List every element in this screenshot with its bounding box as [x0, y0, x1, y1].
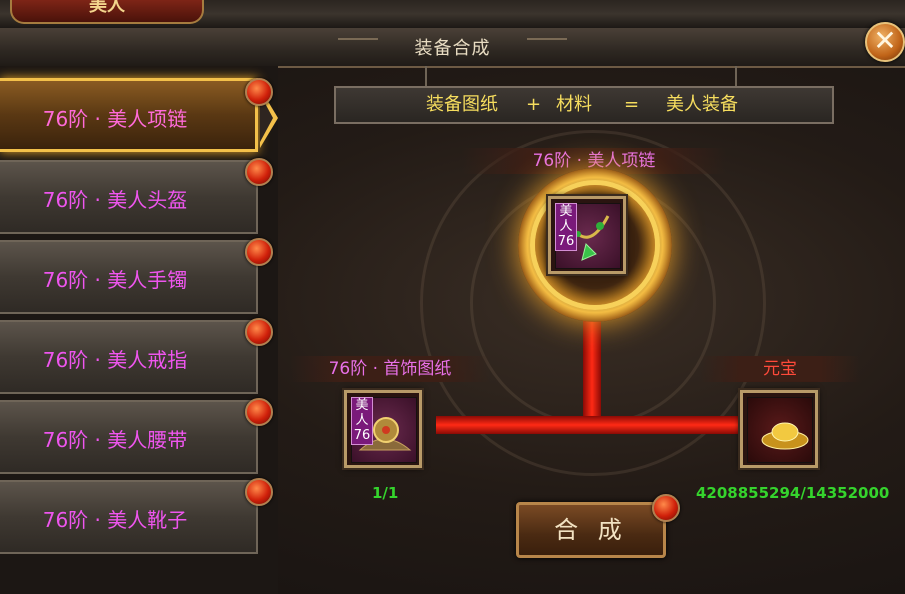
hanger-right — [735, 66, 737, 86]
sidebar-item-label: 76阶 · 美人靴子 — [42, 508, 188, 532]
material-item-slot[interactable] — [740, 390, 818, 468]
tag-level: 76 — [353, 428, 371, 443]
window-title: 装备合成 — [414, 38, 491, 59]
red-dot-icon — [245, 318, 273, 346]
hanger-left — [425, 66, 427, 86]
result-item-slot[interactable]: 美人 76 — [548, 196, 626, 274]
beauty-tag: 美人 76 — [555, 203, 577, 251]
material-name: 元宝 — [700, 356, 860, 382]
red-dot-icon — [652, 494, 680, 522]
material-count: 4208855294/14352000 — [696, 484, 890, 502]
sidebar-item-helmet[interactable]: 76阶 · 美人头盔 — [0, 160, 258, 234]
red-dot-icon — [245, 478, 273, 506]
red-dot-icon — [245, 398, 273, 426]
synthesize-button[interactable]: 合 成 — [516, 502, 666, 558]
sidebar-item-label: 76阶 · 美人腰带 — [42, 428, 188, 452]
red-dot-icon — [245, 238, 273, 266]
sidebar-item-label: 76阶 · 美人头盔 — [42, 188, 188, 212]
gold-ingot-icon — [747, 397, 813, 463]
tag-char: 美 — [559, 204, 573, 219]
formula-part3: 美人装备 — [666, 94, 738, 115]
blueprint-count: 1/1 — [372, 484, 399, 502]
tag-char: 人 — [355, 413, 369, 428]
formula-plus: + — [526, 94, 542, 115]
tag-char: 美 — [355, 398, 369, 413]
sidebar: 76阶 · 美人项链 76阶 · 美人头盔 76阶 · 美人手镯 76阶 · 美… — [0, 66, 278, 594]
formula-part2: 材料 — [556, 94, 592, 115]
tag-level: 76 — [557, 234, 575, 249]
sidebar-item-ring[interactable]: 76阶 · 美人戒指 — [0, 320, 258, 394]
sidebar-item-label: 76阶 · 美人项链 — [42, 107, 188, 131]
connector-pipe — [436, 416, 742, 434]
formula-banner: 装备图纸 + 材料 = 美人装备 — [334, 86, 834, 124]
blueprint-item-slot[interactable]: 美人 76 — [344, 390, 422, 468]
sidebar-item-belt[interactable]: 76阶 · 美人腰带 — [0, 400, 258, 474]
sidebar-item-label: 76阶 · 美人手镯 — [42, 268, 188, 292]
game-window: 美人 装备合成 ✕ 76阶 · 美人项链 76阶 · 美人头盔 76阶 · 美人… — [0, 0, 905, 594]
header-tab[interactable]: 美人 — [10, 0, 204, 24]
connector-pipe — [583, 314, 601, 426]
sidebar-item-bracelet[interactable]: 76阶 · 美人手镯 — [0, 240, 258, 314]
blueprint-name: 76阶 · 首饰图纸 — [290, 356, 490, 382]
sidebar-item-label: 76阶 · 美人戒指 — [42, 348, 188, 372]
tag-char: 人 — [559, 219, 573, 234]
formula-part1: 装备图纸 — [426, 94, 498, 115]
red-dot-icon — [245, 78, 273, 106]
close-icon: ✕ — [873, 24, 897, 57]
sidebar-item-necklace[interactable]: 76阶 · 美人项链 — [0, 78, 258, 152]
formula-equals: = — [624, 94, 640, 115]
close-button[interactable]: ✕ — [865, 22, 905, 62]
red-dot-icon — [245, 158, 273, 186]
sidebar-item-boots[interactable]: 76阶 · 美人靴子 — [0, 480, 258, 554]
beauty-tag: 美人 76 — [351, 397, 373, 445]
